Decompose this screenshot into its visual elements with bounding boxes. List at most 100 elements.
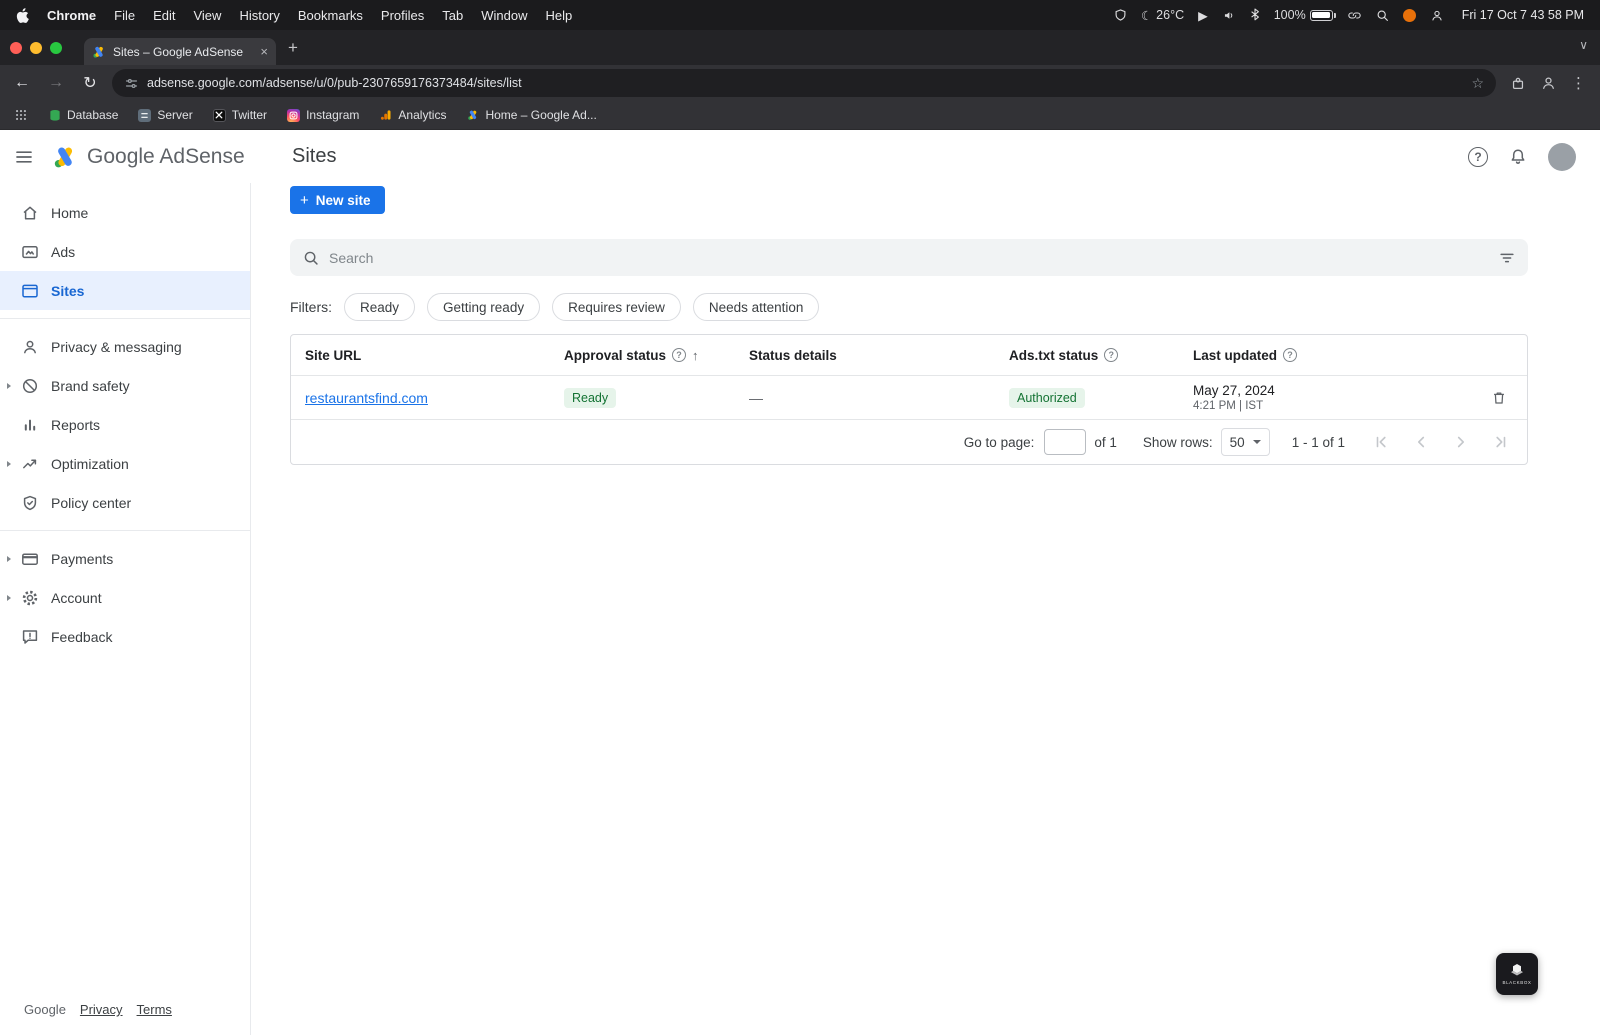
menubar-app-name[interactable]: Chrome: [47, 8, 96, 23]
sidebar-item-label: Optimization: [51, 455, 129, 472]
menubar-item-view[interactable]: View: [193, 8, 221, 23]
next-page-icon[interactable]: [1451, 432, 1471, 452]
column-site-url[interactable]: Site URL: [305, 348, 564, 363]
menubar-item-bookmarks[interactable]: Bookmarks: [298, 8, 363, 23]
bookmark-item[interactable]: Twitter: [212, 108, 268, 122]
tab-search-icon[interactable]: ∨: [1579, 38, 1588, 52]
url-text[interactable]: adsense.google.com/adsense/u/0/pub-23076…: [147, 76, 1463, 90]
tab-close-icon[interactable]: ×: [260, 44, 268, 59]
menubar-item-help[interactable]: Help: [546, 8, 573, 23]
delete-icon[interactable]: [1490, 389, 1508, 407]
column-ads-txt-status[interactable]: Ads.txt status ?: [1009, 348, 1193, 363]
help-icon[interactable]: ?: [1468, 146, 1488, 167]
hamburger-menu-icon[interactable]: [14, 147, 34, 167]
window-zoom-button[interactable]: [50, 41, 62, 54]
menubar-item-tab[interactable]: Tab: [442, 8, 463, 23]
sidebar-footer: Google Privacy Terms: [0, 1002, 250, 1035]
sidebar-item-label: Account: [51, 589, 102, 606]
address-bar[interactable]: adsense.google.com/adsense/u/0/pub-23076…: [112, 69, 1496, 97]
sidebar-item-account[interactable]: Account: [0, 578, 250, 617]
filter-chip-ready[interactable]: Ready: [344, 293, 416, 321]
adsense-app: Google AdSense Sites ? Home Ads Sites Pr…: [0, 130, 1600, 1035]
weather-status[interactable]: ☾ 26°C: [1141, 8, 1184, 23]
menubar-clock[interactable]: Fri 17 Oct 7 43 58 PM: [1462, 8, 1584, 22]
site-settings-icon[interactable]: [124, 76, 139, 91]
sidebar-item-privacy-messaging[interactable]: Privacy & messaging: [0, 327, 250, 366]
sidebar-item-feedback[interactable]: Feedback: [0, 617, 250, 656]
adsense-favicon-icon: [92, 45, 106, 59]
menubar-item-profiles[interactable]: Profiles: [381, 8, 424, 23]
filter-chip-getting-ready[interactable]: Getting ready: [427, 293, 541, 321]
window-close-button[interactable]: [10, 41, 22, 54]
battery-status[interactable]: 100%: [1274, 8, 1336, 22]
sidebar-item-sites[interactable]: Sites: [0, 271, 250, 310]
browser-profile-avatar[interactable]: [1540, 75, 1557, 91]
browser-menu-icon[interactable]: ⋮: [1571, 74, 1586, 92]
forward-icon[interactable]: →: [44, 74, 68, 92]
extensions-icon[interactable]: [1510, 75, 1526, 91]
link-icon[interactable]: [1347, 9, 1362, 22]
notifications-icon[interactable]: [1508, 147, 1528, 167]
filter-chip-needs-attention[interactable]: Needs attention: [692, 293, 820, 321]
menubar-item-edit[interactable]: Edit: [153, 8, 175, 23]
bookmark-item[interactable]: Analytics: [379, 108, 446, 122]
rows-per-page-select[interactable]: 50: [1220, 428, 1270, 456]
search-bar[interactable]: [290, 239, 1528, 276]
bookmark-star-icon[interactable]: ☆: [1471, 75, 1484, 92]
menubar-item-history[interactable]: History: [239, 8, 279, 23]
column-last-updated[interactable]: Last updated ?: [1193, 348, 1471, 363]
help-icon[interactable]: ?: [1104, 348, 1119, 362]
reload-icon[interactable]: ↻: [78, 73, 102, 93]
back-icon[interactable]: ←: [10, 74, 34, 92]
filter-icon[interactable]: [1498, 249, 1516, 267]
shield-icon[interactable]: [1114, 8, 1127, 22]
column-status-details[interactable]: Status details: [749, 348, 1009, 363]
bluetooth-icon[interactable]: [1250, 8, 1260, 22]
sort-ascending-icon[interactable]: ↑: [692, 348, 699, 363]
first-page-icon[interactable]: [1371, 432, 1391, 452]
app-header: Google AdSense Sites ?: [0, 130, 1600, 183]
new-site-button[interactable]: + New site: [290, 186, 385, 214]
bookmark-label: Analytics: [398, 108, 447, 122]
policy-center-icon: [20, 493, 40, 513]
page-number-input[interactable]: [1044, 429, 1087, 455]
search-input[interactable]: [329, 249, 1489, 266]
sidebar-item-policy-center[interactable]: Policy center: [0, 483, 250, 522]
sidebar-item-ads[interactable]: Ads: [0, 232, 250, 271]
volume-icon[interactable]: [1222, 9, 1236, 22]
brand[interactable]: Google AdSense: [52, 144, 245, 170]
sidebar-item-optimization[interactable]: Optimization: [0, 444, 250, 483]
site-url-link[interactable]: restaurantsfind.com: [305, 390, 564, 406]
help-icon[interactable]: ?: [1283, 348, 1298, 362]
apps-grid-icon[interactable]: [14, 108, 28, 122]
previous-page-icon[interactable]: [1411, 432, 1431, 452]
sidebar-item-payments[interactable]: Payments: [0, 539, 250, 578]
bookmark-item[interactable]: Database: [48, 108, 118, 122]
last-page-icon[interactable]: [1491, 432, 1511, 452]
menubar-item-window[interactable]: Window: [481, 8, 527, 23]
bookmark-label: Twitter: [231, 108, 268, 122]
app-status-icon[interactable]: [1402, 8, 1416, 22]
bookmark-item[interactable]: Home – Google Ad...: [466, 108, 597, 122]
instagram-bookmark-icon: [287, 108, 301, 122]
new-tab-button[interactable]: +: [288, 39, 298, 56]
menubar-item-file[interactable]: File: [114, 8, 135, 23]
user-switch-icon[interactable]: [1430, 9, 1444, 22]
footer-terms-link[interactable]: Terms: [137, 1002, 172, 1017]
browser-tab-active[interactable]: Sites – Google AdSense ×: [84, 38, 276, 65]
user-avatar[interactable]: [1548, 142, 1576, 171]
filter-chip-requires-review[interactable]: Requires review: [552, 293, 681, 321]
window-minimize-button[interactable]: [30, 41, 42, 54]
bookmark-item[interactable]: Server: [138, 108, 193, 122]
spotlight-search-icon[interactable]: [1376, 9, 1389, 22]
ads-icon: [20, 242, 40, 262]
sidebar-item-reports[interactable]: Reports: [0, 405, 250, 444]
help-icon[interactable]: ?: [672, 348, 687, 362]
bookmark-item[interactable]: Instagram: [287, 108, 359, 122]
sidebar-item-brand-safety[interactable]: Brand safety: [0, 366, 250, 405]
column-approval-status[interactable]: Approval status ? ↑: [564, 348, 749, 363]
sidebar-item-home[interactable]: Home: [0, 193, 250, 232]
media-play-icon[interactable]: ▶: [1198, 8, 1208, 23]
footer-privacy-link[interactable]: Privacy: [80, 1002, 123, 1017]
apple-logo-icon[interactable]: [16, 7, 29, 23]
